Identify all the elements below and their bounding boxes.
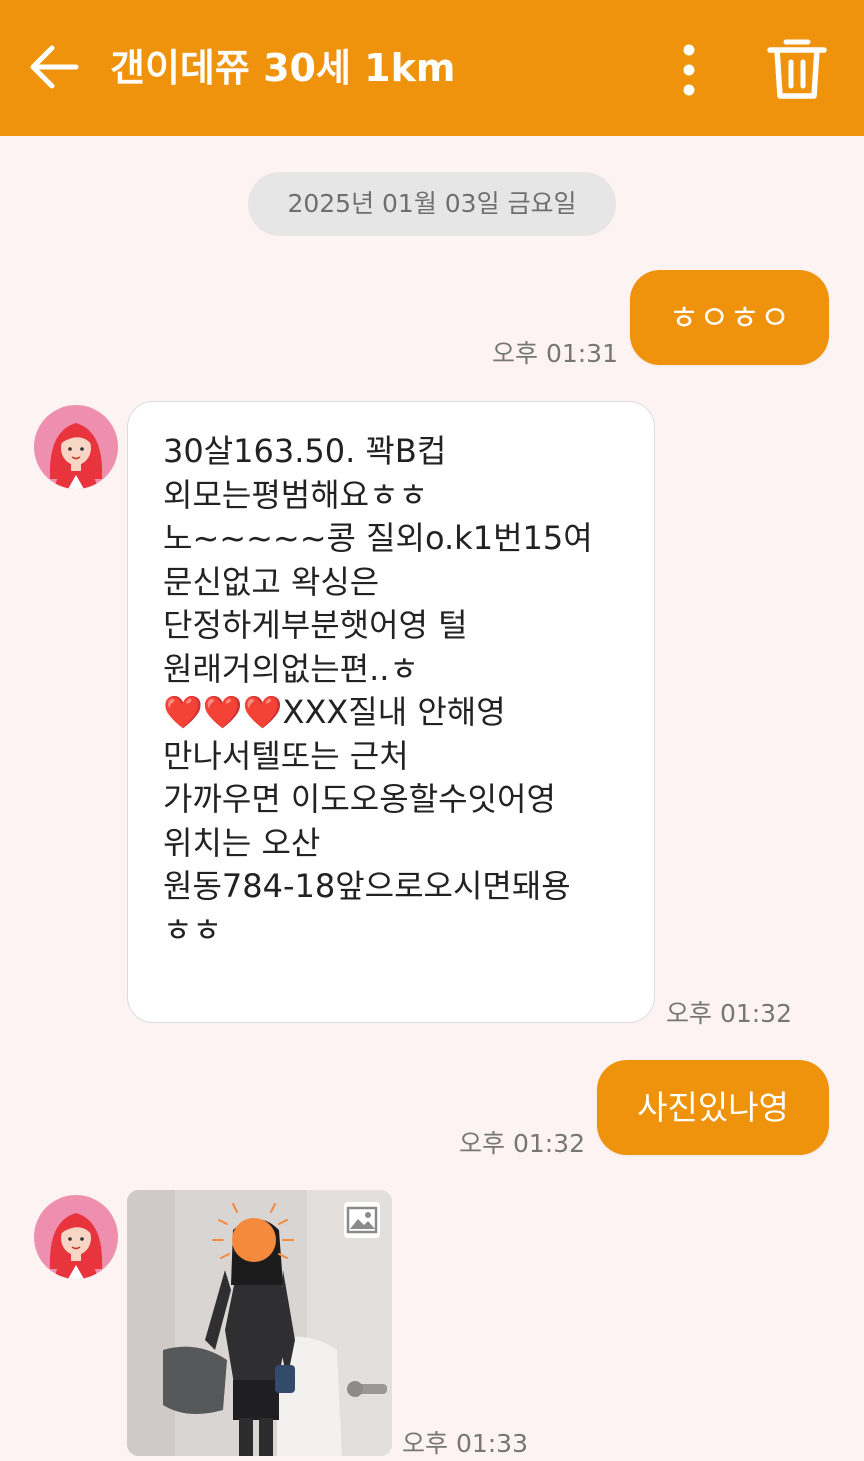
delete-chat-button[interactable] [762, 32, 832, 104]
photo-message[interactable] [127, 1190, 392, 1456]
message-timestamp: 오후 01:31 [492, 339, 618, 368]
outgoing-message-bubble[interactable]: ㅎㅇㅎㅇ [630, 270, 829, 365]
incoming-message-bubble[interactable]: 30살163.50. 꽉B컵 외모는평범해요ㅎㅎ 노~~~~~콩 질외o.k1번… [127, 401, 655, 1023]
more-vertical-icon [683, 44, 695, 96]
chat-title: 갠이데쮸 30세 1km [110, 46, 456, 90]
image-badge [344, 1202, 380, 1238]
trash-icon [767, 39, 827, 99]
female-avatar-icon [49, 1213, 103, 1279]
more-options-button[interactable] [668, 40, 710, 100]
message-text: 30살163.50. 꽉B컵 외모는평범해요ㅎㅎ 노~~~~~콩 질외o.k1번… [163, 432, 593, 949]
message-timestamp: 오후 01:32 [666, 999, 792, 1028]
arrow-left-icon [30, 45, 79, 89]
outgoing-message-bubble[interactable]: 사진있나영 [597, 1060, 829, 1155]
message-text: ㅎㅇㅎㅇ [668, 298, 791, 337]
message-text: 사진있나영 [637, 1088, 789, 1127]
back-button[interactable] [24, 36, 86, 98]
image-icon [346, 1206, 378, 1234]
app-bar: 갠이데쮸 30세 1km [0, 0, 864, 136]
female-avatar-icon [49, 423, 103, 489]
message-timestamp: 오후 01:33 [402, 1429, 528, 1458]
date-separator: 2025년 01월 03일 금요일 [248, 172, 616, 236]
sender-avatar[interactable] [34, 405, 118, 489]
message-timestamp: 오후 01:32 [459, 1129, 585, 1158]
sender-avatar[interactable] [34, 1195, 118, 1279]
